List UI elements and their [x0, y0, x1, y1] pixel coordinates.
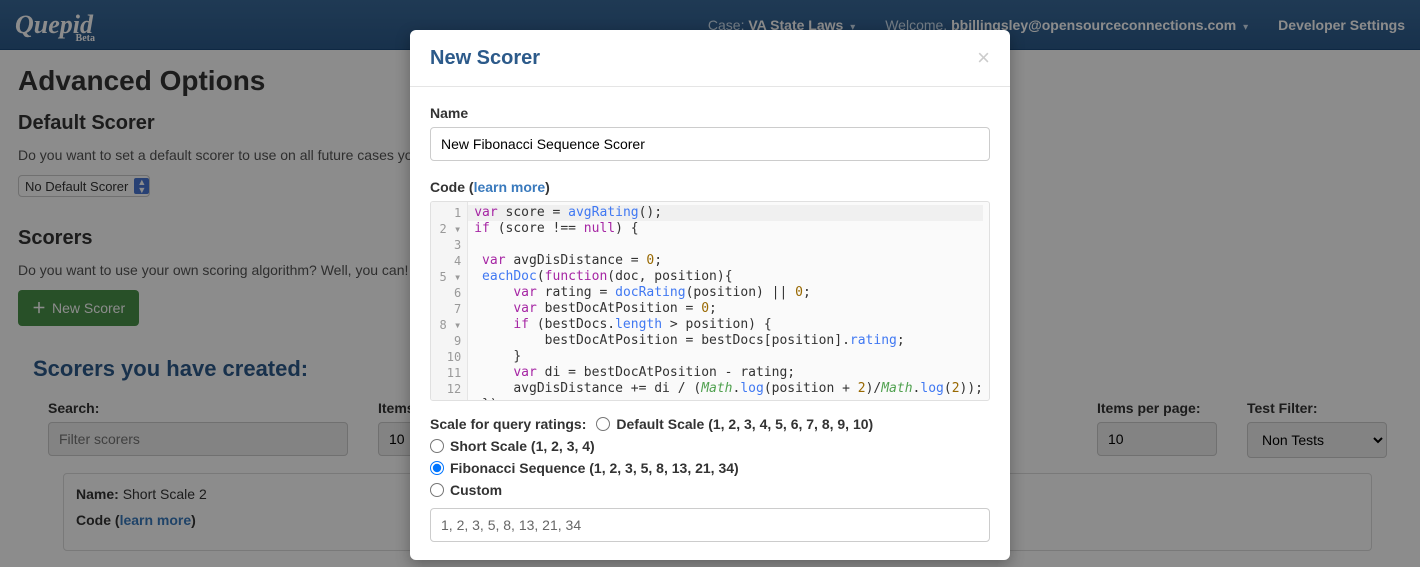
scale-short-label: Short Scale (1, 2, 3, 4) — [450, 438, 595, 454]
scale-default-label: Default Scale (1, 2, 3, 4, 5, 6, 7, 8, 9… — [616, 416, 873, 432]
scale-fib-label: Fibonacci Sequence (1, 2, 3, 5, 8, 13, 2… — [450, 460, 739, 476]
scale-default-row[interactable]: Scale for query ratings: Default Scale (… — [430, 416, 990, 432]
scale-custom-label: Custom — [450, 482, 502, 498]
learn-more-link[interactable]: learn more — [474, 179, 546, 195]
scale-fib-radio[interactable] — [430, 461, 444, 475]
scale-lead: Scale for query ratings: — [430, 416, 586, 432]
scale-custom-radio[interactable] — [430, 483, 444, 497]
modal-body: Name Code (learn more) 12 ▾345 ▾678 ▾910… — [410, 87, 1010, 560]
scorer-name-input[interactable] — [430, 127, 990, 161]
code-label-post: ) — [545, 179, 550, 195]
code-editor[interactable]: 12 ▾345 ▾678 ▾910111213 var score = avgR… — [430, 201, 990, 401]
scale-value-input[interactable] — [430, 508, 990, 542]
editor-code-area[interactable]: var score = avgRating(); if (score !== n… — [468, 202, 989, 400]
modal-title: New Scorer — [430, 47, 540, 70]
modal-header: New Scorer × — [410, 30, 1010, 87]
close-icon[interactable]: × — [977, 45, 990, 71]
scale-fib-row[interactable]: Fibonacci Sequence (1, 2, 3, 5, 8, 13, 2… — [430, 460, 990, 476]
code-label: Code (learn more) — [430, 179, 990, 195]
scale-default-radio[interactable] — [596, 417, 610, 431]
editor-gutter: 12 ▾345 ▾678 ▾910111213 — [431, 202, 468, 400]
name-label: Name — [430, 105, 990, 121]
new-scorer-modal: New Scorer × Name Code (learn more) 12 ▾… — [410, 30, 1010, 560]
scale-short-row[interactable]: Short Scale (1, 2, 3, 4) — [430, 438, 990, 454]
scale-custom-row[interactable]: Custom — [430, 482, 990, 498]
scale-radio-group: Scale for query ratings: Default Scale (… — [430, 416, 990, 498]
scale-short-radio[interactable] — [430, 439, 444, 453]
code-label-pre: Code ( — [430, 179, 474, 195]
